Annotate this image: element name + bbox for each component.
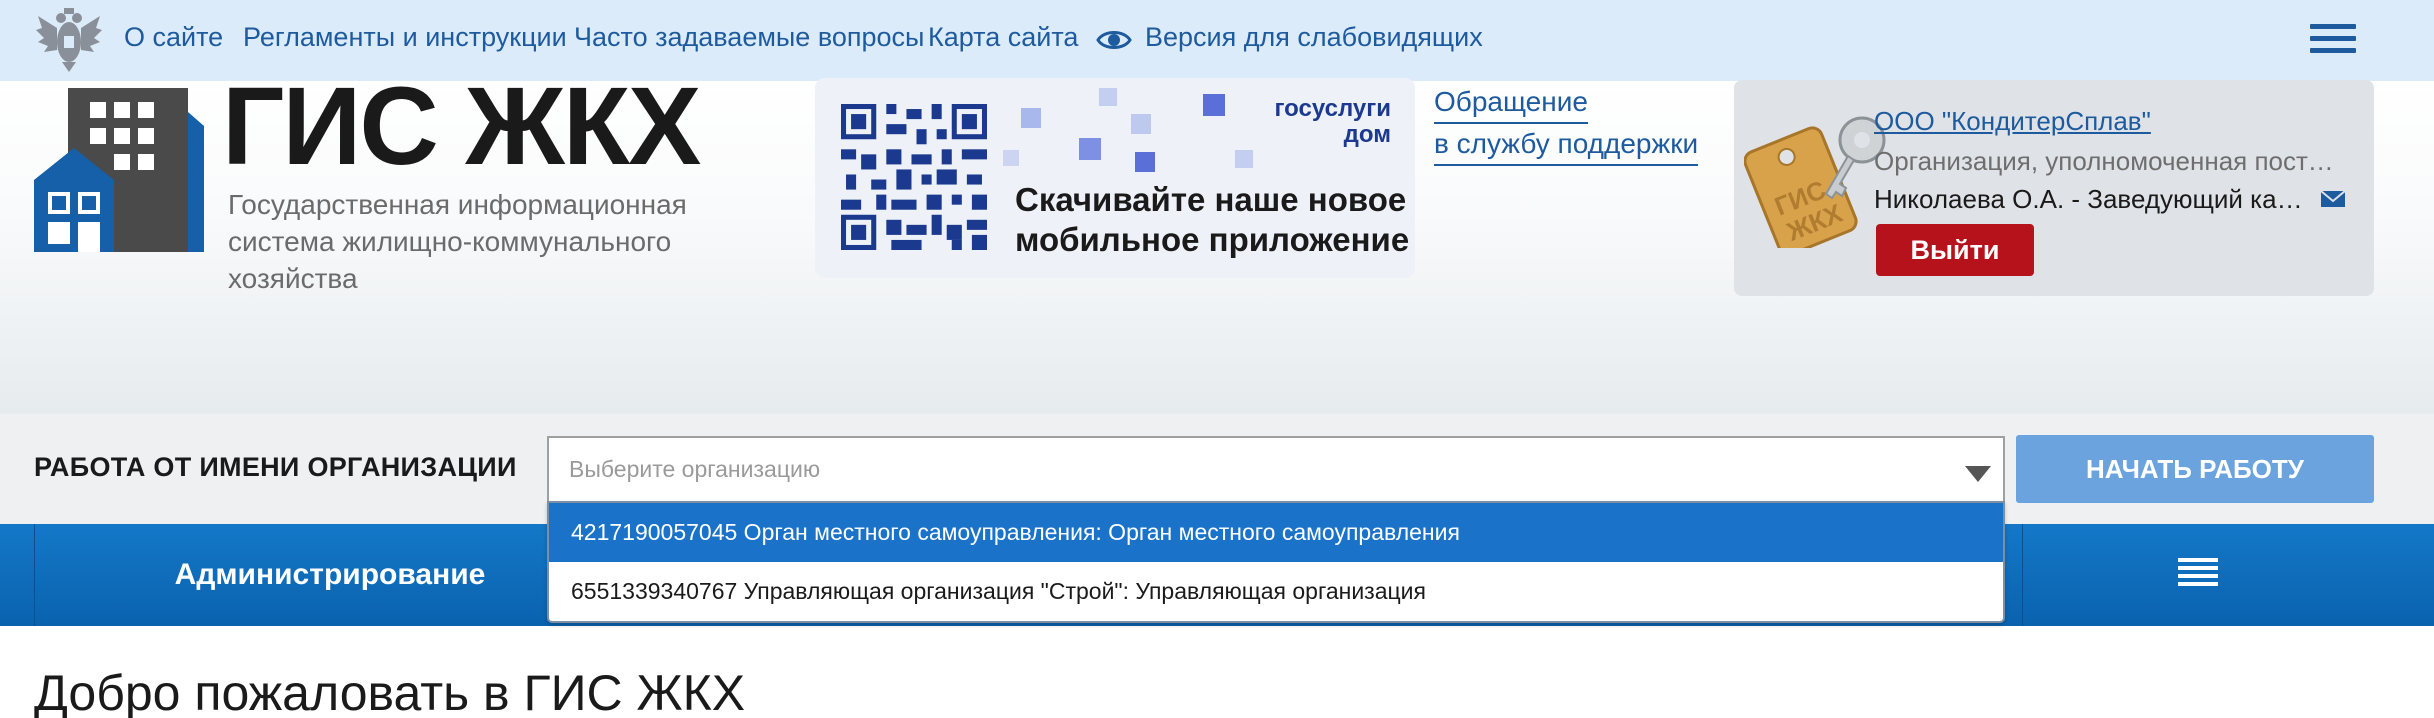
welcome-heading: Добро пожаловать в ГИС ЖКХ — [34, 665, 746, 718]
mail-icon[interactable] — [2320, 188, 2346, 210]
building-logo-icon[interactable] — [34, 88, 204, 252]
site-subtitle: Государственная информационная система ж… — [228, 189, 687, 294]
brand-line-2: дом — [1343, 121, 1391, 148]
support-link-line-2[interactable]: в службу поддержки — [1434, 124, 1699, 166]
organization-select-placeholder: Выберите организацию — [569, 456, 821, 482]
user-name[interactable]: Николаева О.А. - Заведующий канце... — [1874, 184, 2314, 215]
decorative-square — [1203, 94, 1225, 116]
decorative-square — [1135, 152, 1155, 172]
decorative-square — [1099, 88, 1117, 106]
banner-cta-line-1: Скачивайте наше новое — [1015, 181, 1407, 218]
decorative-square — [1131, 114, 1151, 134]
russian-emblem-icon[interactable] — [34, 6, 104, 74]
user-panel: ГИС ЖКХ ООО "КондитерСплав" Организация,… — [1734, 80, 2374, 296]
support-request-link[interactable]: Обращение в службу поддержки — [1434, 82, 1699, 166]
decorative-square — [1003, 150, 1019, 166]
organization-option[interactable]: 6551339340767 Управляющая организация "С… — [549, 562, 2003, 621]
nav-link-faq[interactable]: Часто задаваемые вопросы — [574, 22, 924, 53]
logout-button[interactable]: Выйти — [1876, 224, 2034, 276]
brand-line-1: госуслуги — [1274, 95, 1392, 122]
nav-link-about[interactable]: О сайте — [124, 22, 223, 53]
site-title[interactable]: ГИС ЖКХ — [222, 72, 701, 182]
organization-select-label: РАБОТА ОТ ИМЕНИ ОРГАНИЗАЦИИ — [34, 452, 517, 482]
nav-item-administration[interactable]: Администрирование — [34, 524, 626, 626]
qr-code-icon — [841, 104, 987, 250]
support-link-line-1[interactable]: Обращение — [1434, 82, 1588, 124]
nav-link-sitemap[interactable]: Карта сайта — [928, 22, 1078, 53]
dropdown-caret-icon[interactable] — [1965, 466, 1991, 482]
organization-role: Организация, уполномоченная поставщ... — [1874, 146, 2346, 176]
nav-link-regulations[interactable]: Регламенты и инструкции — [243, 22, 567, 53]
decorative-square — [1021, 108, 1041, 128]
organization-select[interactable]: Выберите организацию — [547, 436, 2005, 501]
banner-cta-text: Скачивайте наше новое мобильное приложен… — [1015, 180, 1409, 260]
organization-name-link[interactable]: ООО "КондитерСплав" — [1874, 106, 2151, 137]
eye-icon[interactable] — [1096, 22, 1132, 58]
mobile-app-banner[interactable]: госуслуги дом Скачивайте наше новое моби… — [815, 78, 1415, 278]
nav-divider — [2022, 524, 2023, 626]
decorative-square — [1079, 138, 1101, 160]
gosuslugi-dom-logo: госуслуги дом — [1275, 96, 1392, 148]
accessibility-version-link[interactable]: Версия для слабовидящих — [1145, 22, 1483, 53]
start-work-button[interactable]: НАЧАТЬ РАБОТУ — [2016, 435, 2374, 503]
hamburger-menu-icon[interactable] — [2310, 24, 2356, 56]
organization-dropdown-list: 4217190057045 Орган местного самоуправле… — [547, 501, 2005, 623]
key-tag-icon: ГИС ЖКХ — [1744, 116, 1886, 248]
list-menu-icon[interactable] — [2178, 558, 2218, 590]
organization-option[interactable]: 4217190057045 Орган местного самоуправле… — [549, 503, 2003, 562]
decorative-square — [1235, 150, 1253, 168]
banner-cta-line-2: мобильное приложение — [1015, 221, 1410, 258]
